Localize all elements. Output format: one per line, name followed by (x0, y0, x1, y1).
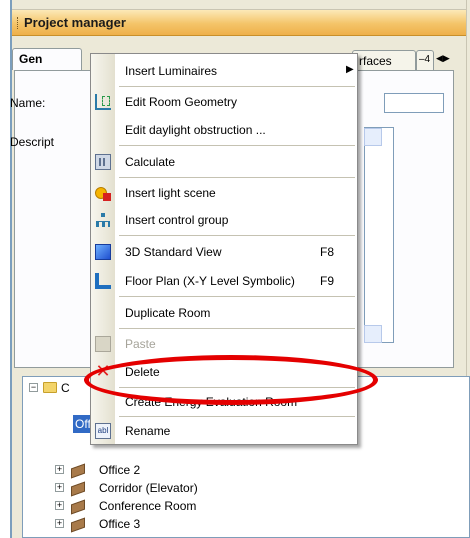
menu-item-label: Edit daylight obstruction ... (125, 123, 266, 137)
submenu-arrow-icon: ▶ (346, 64, 354, 75)
menu-item-edit-daylight-obstruction[interactable]: Edit daylight obstruction ... (91, 115, 359, 145)
description-textarea[interactable] (364, 127, 394, 343)
menu-separator (119, 145, 355, 146)
tab-scroll-right-icon[interactable]: ▶ (443, 53, 450, 63)
menu-item-label: Paste (125, 337, 156, 351)
expand-icon[interactable]: + (55, 465, 64, 474)
menu-item-label: Duplicate Room (125, 306, 211, 320)
folder-icon (43, 382, 57, 393)
tab-surfaces[interactable]: rfaces (352, 50, 416, 70)
room-icon (71, 500, 87, 512)
room-icon (71, 518, 87, 530)
tree-item-label: Conference Room (99, 499, 197, 513)
3d-view-icon (95, 244, 111, 260)
rename-icon: abl (95, 423, 111, 439)
expand-icon[interactable]: + (55, 519, 64, 528)
menu-item-label: Insert control group (125, 213, 229, 227)
room-icon (71, 482, 87, 494)
title-bar[interactable]: Project manager (12, 10, 466, 36)
name-label: Name: (10, 96, 46, 110)
window-title: Project manager (24, 15, 126, 30)
floor-plan-icon (95, 273, 111, 289)
menu-item-label: Rename (125, 424, 171, 438)
room-icon (71, 464, 87, 476)
menu-item-calculate[interactable]: Calculate (91, 147, 359, 177)
menu-item-insert-control-group[interactable]: Insert control group (91, 205, 359, 235)
description-scroll-up-button[interactable] (364, 128, 382, 146)
menu-separator (119, 296, 355, 297)
menu-item-label: 3D Standard View (125, 245, 222, 259)
room-geometry-icon (95, 94, 111, 110)
tree-item-corridor[interactable]: + Corridor (Elevator) (41, 479, 261, 497)
menu-item-label: Calculate (125, 155, 176, 169)
menu-item-edit-room-geometry[interactable]: Edit Room Geometry (91, 87, 359, 117)
tree-item-office-3[interactable]: + Office 3 (41, 515, 261, 533)
menu-item-duplicate-room[interactable]: Duplicate Room (91, 298, 359, 328)
calculator-icon (95, 154, 111, 170)
grip-icon[interactable] (17, 17, 19, 29)
description-scroll-down-button[interactable] (364, 325, 382, 343)
tree-root-label: C (61, 381, 70, 395)
menu-item-label: Insert light scene (125, 186, 216, 200)
tab-partial[interactable]: –4 (416, 50, 434, 70)
menu-item-label: Insert Luminaires (125, 64, 218, 78)
tree-item-office-2[interactable]: + Office 2 (41, 461, 261, 479)
expand-icon[interactable]: + (55, 501, 64, 510)
shortcut-label: F9 (320, 274, 335, 288)
menu-item-3d-standard-view[interactable]: 3D Standard View F8 (91, 237, 359, 267)
collapse-icon[interactable]: − (29, 383, 38, 392)
tree-item-label: Corridor (Elevator) (99, 481, 198, 495)
menu-item-label: Floor Plan (X-Y Level Symbolic) (125, 274, 295, 288)
menu-item-rename[interactable]: abl Rename (91, 416, 359, 446)
menu-item-insert-luminaires[interactable]: Insert Luminaires ▶ (91, 56, 359, 86)
tab-scroll-left-icon[interactable]: ◀ (436, 53, 443, 63)
name-input[interactable] (384, 93, 444, 113)
menu-item-floor-plan[interactable]: Floor Plan (X-Y Level Symbolic) F9 (91, 266, 359, 296)
tab-general[interactable]: Gen (12, 48, 82, 70)
menu-item-insert-light-scene[interactable]: Insert light scene (91, 178, 359, 208)
light-scene-icon (95, 185, 111, 201)
tree-item-conference-room[interactable]: + Conference Room (41, 497, 261, 515)
control-group-icon (95, 212, 111, 228)
red-highlight-ellipse (84, 355, 378, 405)
menu-item-label: Edit Room Geometry (125, 95, 238, 109)
top-frame (12, 0, 470, 10)
tree-item-label: Office 2 (99, 463, 141, 477)
tree-item-label: Office 3 (99, 517, 141, 531)
menu-separator (119, 235, 355, 236)
description-label: Descript (10, 135, 55, 149)
paste-icon (95, 336, 111, 352)
expand-icon[interactable]: + (55, 483, 64, 492)
tab-scroll-arrows[interactable]: ◀▶ (436, 50, 454, 68)
shortcut-label: F8 (320, 245, 335, 259)
